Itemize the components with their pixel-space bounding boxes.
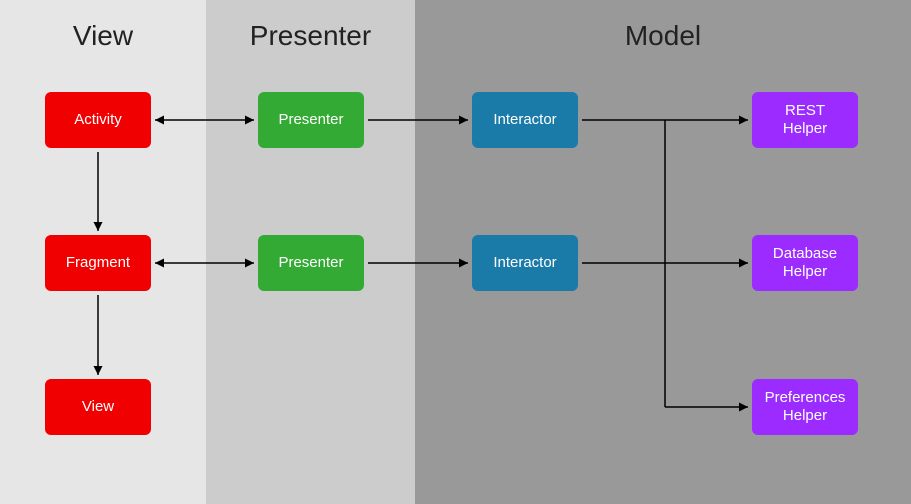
node-interactor-1: Interactor <box>472 92 578 148</box>
node-view: View <box>45 379 151 435</box>
column-title-presenter: Presenter <box>206 0 415 52</box>
node-fragment: Fragment <box>45 235 151 291</box>
node-interactor-2: Interactor <box>472 235 578 291</box>
column-title-model: Model <box>415 0 911 52</box>
node-preferences-helper: PreferencesHelper <box>752 379 858 435</box>
node-activity: Activity <box>45 92 151 148</box>
node-rest-helper: RESTHelper <box>752 92 858 148</box>
node-presenter-2: Presenter <box>258 235 364 291</box>
node-database-helper: DatabaseHelper <box>752 235 858 291</box>
column-title-view: View <box>0 0 206 52</box>
node-presenter-1: Presenter <box>258 92 364 148</box>
diagram-container: View Presenter Model Activity Fragment V… <box>0 0 911 504</box>
